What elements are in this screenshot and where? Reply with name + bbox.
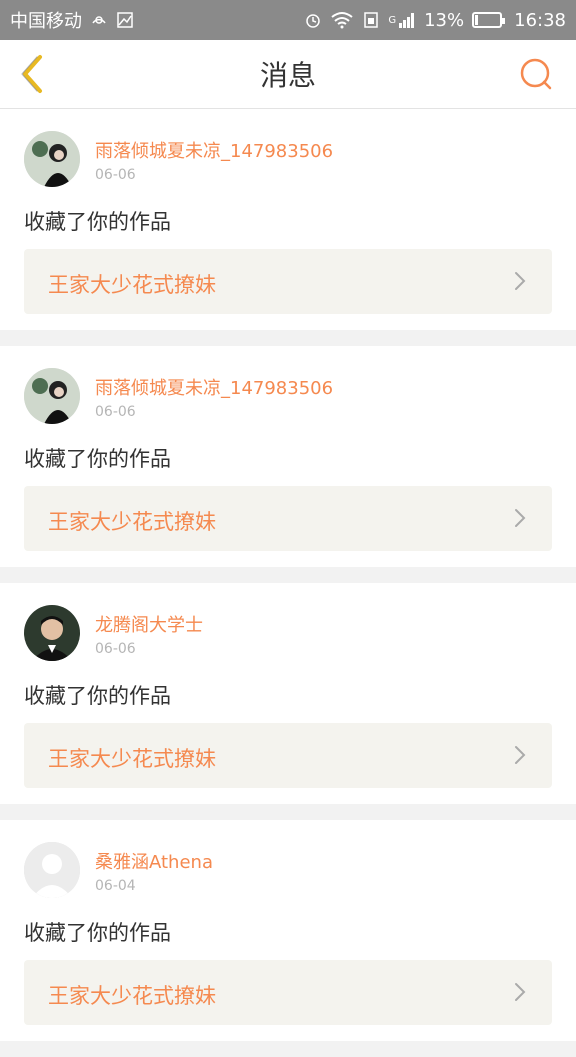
search-icon[interactable] <box>518 56 554 92</box>
battery-percent: 13% <box>424 9 465 31</box>
status-bar: 中国移动 G 13% 16:38 <box>0 0 576 40</box>
user-name[interactable]: 雨落倾城夏未凉_147983506 <box>95 374 333 400</box>
work-title: 王家大少花式撩妹 <box>48 984 216 1008</box>
back-arrow-icon[interactable] <box>12 52 56 96</box>
message-list: 雨落倾城夏未凉_147983506 06-06 收藏了你的作品 王家大少花式撩妹… <box>0 109 576 1057</box>
action-text: 收藏了你的作品 <box>24 921 171 945</box>
chevron-right-icon <box>515 746 526 764</box>
avatar-image <box>24 605 80 661</box>
message-date: 06-06 <box>95 167 136 183</box>
battery-level <box>475 15 479 25</box>
message-date: 06-06 <box>95 641 136 657</box>
work-title: 王家大少花式撩妹 <box>48 747 216 771</box>
avatar[interactable] <box>24 605 80 661</box>
sim-icon <box>364 12 379 28</box>
avatar-image <box>24 368 80 424</box>
wifi-icon <box>331 12 353 29</box>
network-type-label: G <box>388 14 397 26</box>
page-title: 消息 <box>259 59 316 92</box>
user-name[interactable]: 雨落倾城夏未凉_147983506 <box>95 137 333 163</box>
message-item: 雨落倾城夏未凉_147983506 06-06 收藏了你的作品 王家大少花式撩妹 <box>0 346 576 567</box>
user-name[interactable]: 桑雅涵Athena <box>95 848 213 874</box>
work-link[interactable]: 王家大少花式撩妹 <box>24 249 552 314</box>
battery-icon <box>472 12 506 28</box>
work-link[interactable]: 王家大少花式撩妹 <box>24 486 552 551</box>
action-text: 收藏了你的作品 <box>24 684 171 708</box>
signal-icon <box>399 13 415 28</box>
avatar[interactable] <box>24 842 80 898</box>
alarm-icon <box>306 14 321 28</box>
status-left: 中国移动 <box>10 7 134 33</box>
work-link[interactable]: 王家大少花式撩妹 <box>24 960 552 1025</box>
chevron-right-icon <box>515 983 526 1001</box>
avatar-image <box>24 131 80 187</box>
message-item: 雨落倾城夏未凉_147983506 06-06 收藏了你的作品 王家大少花式撩妹 <box>0 109 576 330</box>
work-link[interactable]: 王家大少花式撩妹 <box>24 723 552 788</box>
message-date: 06-04 <box>95 878 136 894</box>
image-icon <box>117 12 133 28</box>
work-title: 王家大少花式撩妹 <box>48 510 216 534</box>
avatar[interactable] <box>24 368 80 424</box>
status-right: G 13% 16:38 <box>304 10 566 31</box>
chevron-right-icon <box>515 509 526 527</box>
carrier-label: 中国移动 <box>10 11 82 32</box>
default-avatar-icon <box>24 842 80 898</box>
avatar[interactable] <box>24 131 80 187</box>
message-date: 06-06 <box>95 404 136 420</box>
chevron-right-icon <box>515 272 526 290</box>
work-title: 王家大少花式撩妹 <box>48 273 216 297</box>
user-name[interactable]: 龙腾阁大学士 <box>95 611 203 637</box>
hotspot-icon <box>92 16 106 24</box>
message-item: 龙腾阁大学士 06-06 收藏了你的作品 王家大少花式撩妹 <box>0 583 576 804</box>
action-text: 收藏了你的作品 <box>24 210 171 234</box>
clock: 16:38 <box>514 9 566 31</box>
message-item: 桑雅涵Athena 06-04 收藏了你的作品 王家大少花式撩妹 <box>0 820 576 1041</box>
action-text: 收藏了你的作品 <box>24 447 171 471</box>
header: 消息 <box>0 40 576 109</box>
